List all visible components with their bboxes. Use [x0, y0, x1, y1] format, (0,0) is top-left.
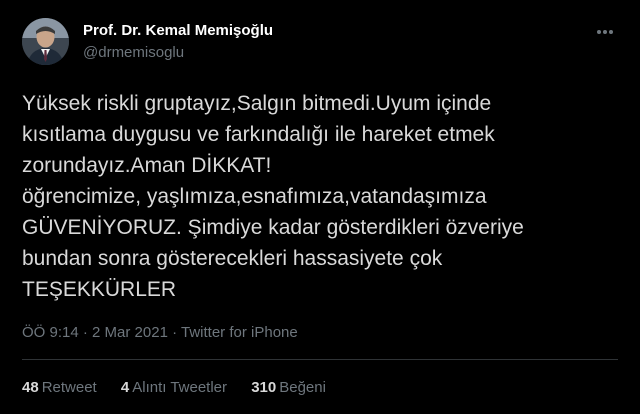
author-handle[interactable]: @drmemisoglu	[83, 44, 184, 61]
tweet-time-link[interactable]: ÖÖ 9:14	[22, 324, 79, 341]
meta-separator: ·	[78, 324, 93, 341]
retweet-label: Retweet	[41, 379, 97, 396]
quote-tweet-label: Alıntı Tweetler	[132, 379, 228, 396]
like-stat[interactable]: 310 Beğeni	[251, 379, 326, 396]
divider	[22, 359, 618, 360]
like-count: 310	[251, 379, 277, 396]
tweet-source-link[interactable]: Twitter for iPhone	[181, 324, 298, 341]
tweet-text: Yüksek riskli gruptayız,Salgın bitmedi.U…	[22, 92, 524, 301]
meta-separator: ·	[167, 324, 181, 341]
retweet-count: 48	[22, 379, 39, 396]
quote-tweet-stat[interactable]: 4 Alıntı Tweetler	[121, 379, 227, 396]
like-label: Beğeni	[279, 379, 326, 396]
avatar[interactable]	[22, 18, 69, 65]
tweet-card: Prof. Dr. Kemal Memişoğlu @drmemisoglu Y…	[0, 0, 640, 414]
retweet-stat[interactable]: 48 Retweet	[22, 379, 97, 396]
author-name[interactable]: Prof. Dr. Kemal Memişoğlu	[83, 22, 273, 39]
more-horizontal-icon	[597, 30, 613, 34]
profile-photo-icon	[22, 18, 69, 65]
tweet-meta: ÖÖ 9:14 · 2 Mar 2021 · Twitter for iPhon…	[22, 324, 298, 341]
tweet-date-link[interactable]: 2 Mar 2021	[92, 324, 168, 341]
tweet-stats: 48 Retweet 4 Alıntı Tweetler 310 Beğeni	[22, 379, 346, 396]
quote-tweet-count: 4	[120, 379, 130, 396]
more-options-button[interactable]	[592, 22, 618, 42]
